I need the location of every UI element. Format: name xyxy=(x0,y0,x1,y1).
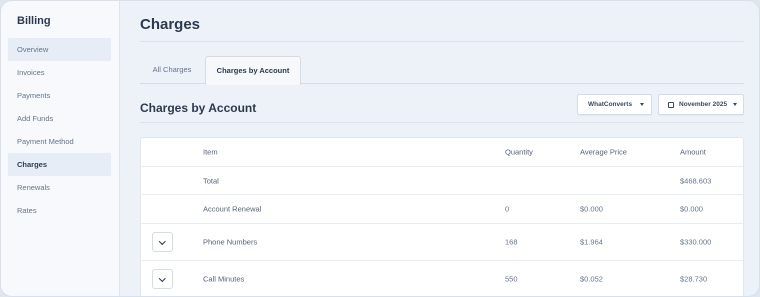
row-average-price: $0.000 xyxy=(580,204,603,214)
table-row: Call Minutes 550 $0.052 $28.730 xyxy=(141,261,743,296)
section-title: Charges by Account xyxy=(140,101,257,115)
row-quantity: 0 xyxy=(505,204,510,214)
caret-down-icon xyxy=(733,103,738,106)
row-quantity: 550 xyxy=(505,274,518,284)
table-row-total: Total $468.603 xyxy=(141,167,743,195)
column-header-amount: Amount xyxy=(680,147,706,157)
column-header-item: Item xyxy=(203,147,218,157)
sidebar-item-overview[interactable]: Overview xyxy=(8,38,111,61)
expand-row-button[interactable] xyxy=(152,232,173,252)
table-header-row: Item Quantity Average Price Amount xyxy=(141,138,743,167)
chevron-down-icon xyxy=(159,274,166,282)
billing-app: Billing Overview Invoices Payments Add F… xyxy=(0,0,760,297)
sidebar-item-rates[interactable]: Rates xyxy=(8,199,111,222)
table-row: Account Renewal 0 $0.000 $0.000 xyxy=(141,195,743,224)
caret-down-icon xyxy=(640,103,645,106)
row-amount: $28.730 xyxy=(680,274,708,284)
account-filter-label: WhatConverts xyxy=(588,101,633,108)
tab-all-charges[interactable]: All Charges xyxy=(140,56,204,84)
sidebar-item-invoices[interactable]: Invoices xyxy=(8,61,111,84)
sidebar-item-payment-method[interactable]: Payment Method xyxy=(8,130,111,153)
row-amount: $0.000 xyxy=(680,204,703,214)
row-amount: $468.603 xyxy=(680,176,712,185)
row-quantity: 168 xyxy=(505,237,518,247)
main-content: Charges All Charges Charges by Account C… xyxy=(120,1,759,296)
column-header-quantity: Quantity xyxy=(505,147,533,157)
table-row: Phone Numbers 168 $1.964 $330.000 xyxy=(141,224,743,261)
sidebar-item-add-funds[interactable]: Add Funds xyxy=(8,107,111,130)
account-filter-dropdown[interactable]: WhatConverts xyxy=(577,94,652,115)
divider xyxy=(140,122,744,123)
charges-table: Item Quantity Average Price Amount Total… xyxy=(140,137,744,296)
divider xyxy=(140,41,744,42)
chevron-down-icon xyxy=(159,237,166,245)
sidebar-item-charges[interactable]: Charges xyxy=(8,153,111,176)
sidebar-item-payments[interactable]: Payments xyxy=(8,84,111,107)
date-filter-label: November 2025 xyxy=(679,101,728,108)
tab-charges-by-account[interactable]: Charges by Account xyxy=(205,56,301,85)
row-item: Total xyxy=(203,176,219,185)
sidebar-title: Billing xyxy=(17,15,51,27)
date-filter-dropdown[interactable]: November 2025 xyxy=(658,94,744,115)
row-average-price: $1.964 xyxy=(580,237,603,247)
sidebar: Billing Overview Invoices Payments Add F… xyxy=(1,1,120,296)
row-item: Call Minutes xyxy=(203,274,245,284)
column-header-average-price: Average Price xyxy=(580,147,627,157)
page-title: Charges xyxy=(140,16,201,33)
row-average-price: $0.052 xyxy=(580,274,603,284)
expand-row-button[interactable] xyxy=(152,269,173,289)
row-amount: $330.000 xyxy=(680,237,712,247)
sidebar-item-renewals[interactable]: Renewals xyxy=(8,176,111,199)
calendar-icon xyxy=(668,101,674,108)
row-item: Phone Numbers xyxy=(203,237,258,247)
row-item: Account Renewal xyxy=(203,204,262,214)
tab-bar: All Charges Charges by Account xyxy=(140,56,744,85)
